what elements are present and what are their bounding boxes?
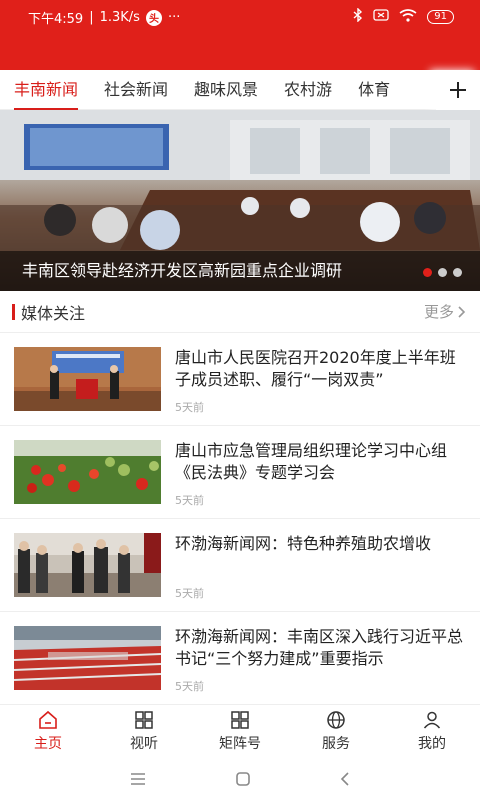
chevron-right-icon: [458, 305, 466, 318]
more-link[interactable]: 更多: [424, 301, 466, 322]
news-title: 环渤海新闻网：丰南区深入践行习近平总书记“三个努力建成”重要指示: [175, 627, 464, 668]
news-time: 5天前: [175, 587, 204, 600]
plus-icon: [450, 82, 466, 98]
tab-fun-scenery[interactable]: 趣味风景: [194, 70, 258, 110]
bottom-navigation: 主页 视听 矩阵号 服务 我的: [0, 704, 480, 758]
news-list: 唐山市人民医院召开2020年度上半年班子成员述职、履行“一岗双责” 5天前 唐山…: [0, 333, 480, 705]
tab-fengnan-news[interactable]: 丰南新闻: [14, 70, 79, 110]
carousel-dot: [423, 268, 432, 277]
nav-service[interactable]: 服务: [288, 705, 384, 758]
carousel-dots: [423, 268, 462, 277]
headline-banner[interactable]: 丰南区领导赴经济开发区高新园重点企业调研: [0, 110, 480, 291]
news-time: 5天前: [175, 680, 204, 693]
battery-indicator: 91: [427, 9, 454, 24]
grid-icon: [231, 711, 249, 729]
nav-media-label: 视听: [130, 736, 158, 752]
news-text: 环渤海新闻网：特色种养殖助农增收 5天前: [175, 533, 466, 611]
nav-matrix-label: 矩阵号: [219, 736, 261, 752]
news-title: 唐山市应急管理局组织理论学习中心组《民法典》专题学习会: [175, 441, 448, 482]
sim-icon: [373, 9, 389, 24]
nav-profile[interactable]: 我的: [384, 705, 480, 758]
more-notifications-icon: ···: [167, 10, 181, 25]
news-title: 环渤海新闻网：特色种养殖助农增收: [175, 534, 432, 553]
status-bar: 下午4:59 | 1.3K/s 头 ··· 91: [0, 0, 480, 70]
category-tabs: 丰南新闻 社会新闻 趣味风景 农村游 体育: [0, 70, 480, 110]
system-navigation-bar: [0, 758, 480, 800]
grid-icon: [135, 711, 153, 729]
news-item[interactable]: 环渤海新闻网：特色种养殖助农增收 5天前: [0, 519, 480, 612]
status-divider: |: [89, 10, 94, 25]
tab-rural-travel[interactable]: 农村游: [284, 70, 332, 110]
status-right: 91: [353, 7, 454, 25]
news-item[interactable]: 唐山市应急管理局组织理论学习中心组《民法典》专题学习会 5天前: [0, 426, 480, 519]
home-icon: [39, 710, 57, 729]
nav-profile-label: 我的: [418, 736, 446, 752]
user-icon: [423, 711, 441, 729]
section-title-label: 媒体关注: [21, 303, 86, 323]
tab-social-news[interactable]: 社会新闻: [104, 70, 168, 110]
news-thumbnail: [14, 626, 161, 690]
news-text: 唐山市人民医院召开2020年度上半年班子成员述职、履行“一岗双责” 5天前: [175, 347, 466, 425]
news-text: 唐山市应急管理局组织理论学习中心组《民法典》专题学习会 5天前: [175, 440, 466, 518]
home-square-icon[interactable]: [236, 772, 250, 786]
section-title-bar: [12, 303, 15, 320]
bluetooth-icon: [353, 7, 363, 25]
globe-icon: [327, 711, 345, 729]
news-thumbnail: [14, 533, 161, 597]
nav-service-label: 服务: [322, 736, 350, 752]
news-title: 唐山市人民医院召开2020年度上半年班子成员述职、履行“一岗双责”: [175, 348, 456, 389]
news-thumbnail: [14, 440, 161, 504]
news-item[interactable]: 环渤海新闻网：丰南区深入践行习近平总书记“三个努力建成”重要指示 5天前: [0, 612, 480, 705]
nav-matrix[interactable]: 矩阵号: [192, 705, 288, 758]
section-title: 媒体关注: [12, 300, 85, 324]
menu-icon[interactable]: [130, 773, 146, 785]
more-label: 更多: [423, 303, 454, 321]
news-item[interactable]: 唐山市人民医院召开2020年度上半年班子成员述职、履行“一岗双责” 5天前: [0, 333, 480, 426]
status-left: 下午4:59 | 1.3K/s 头 ···: [28, 8, 180, 27]
nav-home[interactable]: 主页: [0, 705, 96, 758]
back-icon[interactable]: [340, 772, 350, 786]
app-notification-icon: 头: [145, 9, 162, 26]
banner-caption: 丰南区领导赴经济开发区高新园重点企业调研: [0, 251, 480, 291]
nav-home-label: 主页: [34, 736, 62, 752]
news-time: 5天前: [175, 494, 204, 507]
status-time: 下午4:59: [28, 12, 84, 27]
wifi-icon: [399, 8, 417, 25]
nav-media[interactable]: 视听: [96, 705, 192, 758]
news-thumbnail: [14, 347, 161, 411]
network-speed: 1.3K/s: [99, 10, 140, 25]
carousel-dot: [453, 268, 462, 277]
add-channel-button[interactable]: [436, 70, 480, 110]
news-text: 环渤海新闻网：丰南区深入践行习近平总书记“三个努力建成”重要指示 5天前: [175, 626, 466, 704]
media-focus-header: 媒体关注 更多: [0, 291, 480, 333]
carousel-dot: [438, 268, 447, 277]
tab-sports[interactable]: 体育: [358, 70, 390, 110]
news-time: 5天前: [175, 401, 204, 414]
